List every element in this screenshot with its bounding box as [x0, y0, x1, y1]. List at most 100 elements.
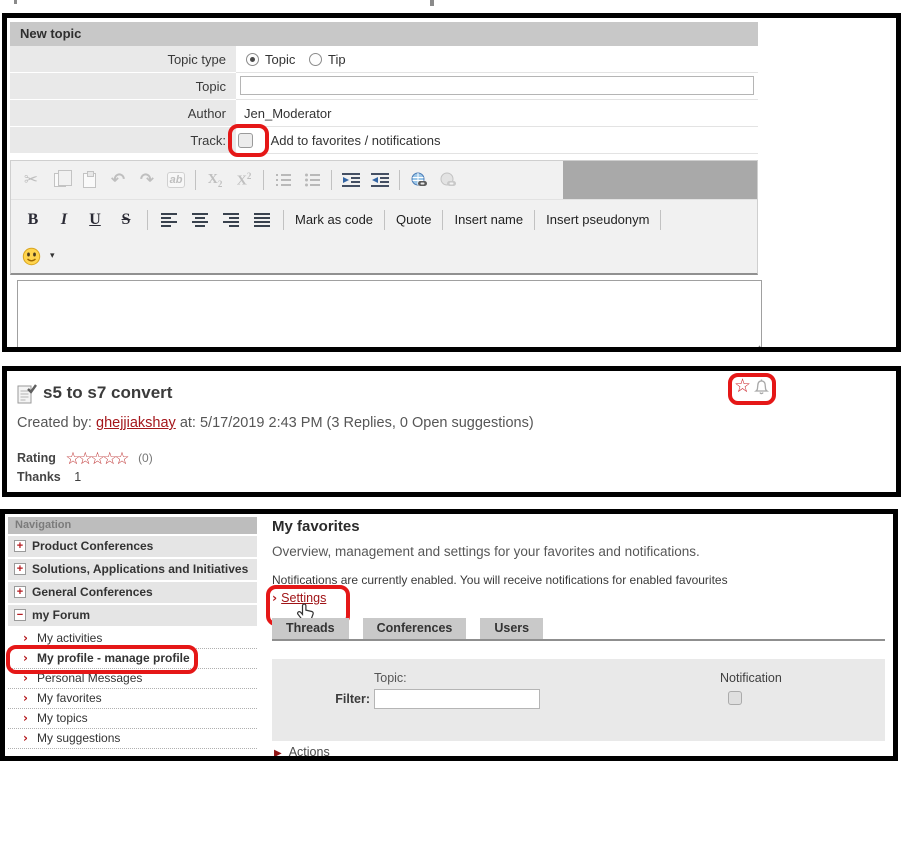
sidebar-item-product-conferences[interactable]: + Product Conferences	[8, 536, 257, 557]
track-row: Track: Add to favorites / notifications	[10, 124, 758, 157]
align-justify-button[interactable]	[252, 208, 272, 232]
filter-label: Filter:	[335, 692, 370, 706]
page-title: My favorites	[272, 518, 360, 535]
sidebar-item-label: My suggestions	[37, 731, 121, 745]
tip-radio-label[interactable]: Tip	[328, 52, 346, 67]
new-topic-panel: New topic Topic type Topic Tip Topic Aut…	[2, 13, 901, 352]
toolbar-separator	[331, 170, 332, 190]
toolbar-separator	[263, 170, 264, 190]
page-description: Overview, management and settings for yo…	[272, 544, 700, 559]
topic-row: Topic	[10, 73, 758, 100]
sidebar-item-solutions-applications[interactable]: + Solutions, Applications and Initiative…	[8, 559, 257, 580]
topic-type-label: Topic type	[10, 46, 236, 73]
rating-stars[interactable]: ☆☆☆☆☆	[65, 449, 129, 469]
toolbar-separator	[660, 209, 662, 230]
sidebar-item-my-activities[interactable]: › My activities	[8, 629, 257, 649]
insert-link-button[interactable]	[409, 168, 429, 192]
link-icon	[411, 172, 427, 186]
topic-input[interactable]	[240, 76, 754, 95]
tab-conferences[interactable]: Conferences	[362, 618, 467, 639]
cropped-text-fragment	[430, 0, 434, 6]
replace-button[interactable]: ab	[166, 168, 186, 192]
sidebar-item-my-profile[interactable]: › My profile - manage profile	[8, 649, 257, 669]
topic-label: Topic	[10, 73, 236, 100]
outdent-button[interactable]	[370, 168, 390, 192]
thanks-row: Thanks 1	[17, 470, 81, 484]
tab-threads[interactable]: Threads	[272, 618, 349, 639]
redo-icon: ↷	[139, 170, 155, 190]
indent-button[interactable]	[341, 168, 361, 192]
strikethrough-button[interactable]: S	[116, 208, 136, 232]
quote-button[interactable]: Quote	[396, 208, 431, 232]
sidebar-item-personal-messages[interactable]: › Personal Messages	[8, 669, 257, 689]
align-center-button[interactable]	[190, 208, 210, 232]
my-forum-subitems: › My activities › My profile - manage prof…	[8, 629, 257, 749]
sidebar-item-general-conferences[interactable]: + General Conferences	[8, 582, 257, 603]
smiley-dropdown-icon[interactable]: ▾	[50, 251, 55, 261]
sidebar-item-my-suggestions[interactable]: › My suggestions	[8, 729, 257, 749]
insert-pseudonym-button[interactable]: Insert pseudonym	[546, 208, 649, 232]
favorite-star-icon[interactable]: ☆	[734, 375, 751, 397]
chevron-right-icon: ›	[272, 590, 278, 605]
underline-button[interactable]: U	[85, 208, 105, 232]
track-checkbox[interactable]	[238, 133, 253, 148]
align-justify-icon	[254, 212, 270, 227]
bold-button[interactable]: B	[23, 208, 43, 232]
collapse-minus-icon[interactable]: −	[14, 609, 26, 621]
smiley-button[interactable]	[21, 244, 41, 268]
screenshot-canvas: { "colors": { "highlight_red": "#e51717"…	[0, 0, 909, 844]
tip-radio[interactable]	[308, 53, 322, 66]
cut-button[interactable]: ✂	[21, 168, 41, 192]
redo-button[interactable]: ↷	[137, 168, 157, 192]
chevron-right-icon: ›	[23, 651, 28, 665]
align-right-button[interactable]	[221, 208, 241, 232]
sidebar-item-my-favorites[interactable]: › My favorites	[8, 689, 257, 709]
author-row: Author Jen_Moderator	[10, 100, 758, 127]
chevron-right-icon: ›	[23, 671, 28, 685]
notification-bell-icon[interactable]	[753, 378, 770, 398]
filter-topic-input[interactable]	[374, 689, 540, 709]
outdent-icon	[371, 172, 389, 187]
undo-button[interactable]: ↶	[108, 168, 128, 192]
numbered-list-icon	[275, 174, 291, 186]
subscript-button[interactable]: X2	[205, 168, 225, 192]
insert-name-button[interactable]: Insert name	[454, 208, 523, 232]
numbered-list-button[interactable]	[273, 168, 293, 192]
italic-button[interactable]: I	[54, 208, 74, 232]
sidebar-item-my-forum[interactable]: − my Forum	[8, 605, 257, 626]
message-body-textarea[interactable]	[17, 280, 762, 347]
expand-plus-icon[interactable]: +	[14, 563, 26, 575]
superscript-button[interactable]: X2	[234, 168, 254, 192]
topic-title: s5 to s7 convert	[43, 383, 173, 402]
new-topic-form: New topic Topic type Topic Tip Topic Aut…	[10, 22, 758, 157]
actions-toggle[interactable]: ▶ Actions	[274, 745, 330, 759]
topic-radio[interactable]	[246, 53, 259, 66]
navigation-header: Navigation	[8, 517, 257, 534]
toolbar-separator	[147, 209, 148, 230]
bullet-list-button[interactable]	[302, 168, 322, 192]
tab-users[interactable]: Users	[480, 618, 544, 639]
copy-icon	[54, 170, 72, 187]
copy-button[interactable]	[50, 168, 72, 192]
triangle-right-icon: ▶	[274, 748, 282, 759]
topic-radio-label[interactable]: Topic	[265, 52, 295, 67]
toolbar-separator	[195, 170, 196, 190]
topic-column-label: Topic:	[374, 671, 407, 685]
my-favorites-panel: Navigation + Product Conferences + Solut…	[0, 509, 898, 761]
sidebar-item-my-topics[interactable]: › My topics	[8, 709, 257, 729]
mark-as-code-button[interactable]: Mark as code	[295, 208, 373, 232]
topic-author-link[interactable]: ghejjiakshay	[96, 415, 176, 431]
cropped-text-fragment	[14, 0, 17, 4]
expand-plus-icon[interactable]: +	[14, 586, 26, 598]
topic-document-icon	[17, 384, 37, 404]
my-favorites-content: My favorites Overview, management and se…	[266, 518, 888, 756]
align-left-button[interactable]	[159, 208, 179, 232]
sidebar-item-label: General Conferences	[32, 585, 153, 599]
subscript-icon: X2	[207, 171, 223, 189]
notification-checkbox[interactable]	[728, 691, 742, 705]
author-label: Author	[10, 100, 236, 127]
remove-link-button[interactable]	[438, 168, 458, 192]
paste-button[interactable]	[79, 168, 99, 192]
track-label: Track:	[10, 127, 236, 154]
expand-plus-icon[interactable]: +	[14, 540, 26, 552]
